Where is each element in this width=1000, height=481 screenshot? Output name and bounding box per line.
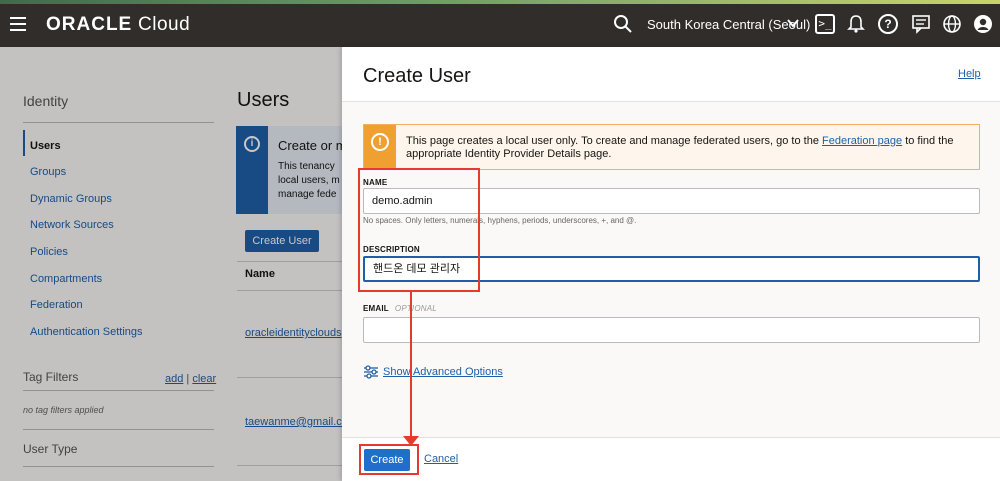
globe-icon[interactable] [942,14,962,34]
oracle-cloud-logo[interactable]: ORACLE Cloud [46,14,190,36]
region-selector[interactable]: South Korea Central (Seoul) [647,17,810,32]
warning-icon: ! [364,125,396,169]
help-icon[interactable]: ? [878,14,898,34]
cloud-shell-icon[interactable]: >_ [815,14,835,34]
panel-footer: Create Cancel [342,437,1000,481]
federation-page-link[interactable]: Federation page [822,135,902,147]
menu-icon[interactable] [10,17,26,31]
top-bar: ORACLE Cloud South Korea Central (Seoul)… [0,0,1000,47]
email-label-text: EMAIL [363,304,389,313]
email-field[interactable] [363,317,980,343]
top-accent-strip [0,0,1000,4]
sliders-icon [364,365,378,379]
chat-icon[interactable] [911,14,931,34]
logo-brand: ORACLE [46,14,133,35]
email-optional-tag: OPTIONAL [394,304,437,313]
bell-icon[interactable] [846,14,866,34]
advanced-options-label: Show Advanced Options [383,365,503,378]
search-icon[interactable] [613,14,633,34]
email-label: EMAIL OPTIONAL [363,304,437,313]
cancel-link[interactable]: Cancel [424,453,458,465]
chevron-down-icon[interactable] [787,17,799,29]
warning-banner: ! This page creates a local user only. T… [363,124,980,170]
show-advanced-options[interactable]: Show Advanced Options [363,365,503,379]
help-link[interactable]: Help [958,68,981,80]
warning-text: This page creates a local user only. To … [406,135,966,161]
modal-overlay[interactable] [0,47,342,481]
logo-product: Cloud [138,14,191,35]
panel-title: Create User [363,65,471,87]
warning-text-before: This page creates a local user only. To … [406,135,823,147]
annotation-arrow-line [410,292,412,442]
user-icon[interactable] [973,14,993,34]
annotation-highlight-create [359,444,419,475]
annotation-highlight-fields [358,168,480,292]
